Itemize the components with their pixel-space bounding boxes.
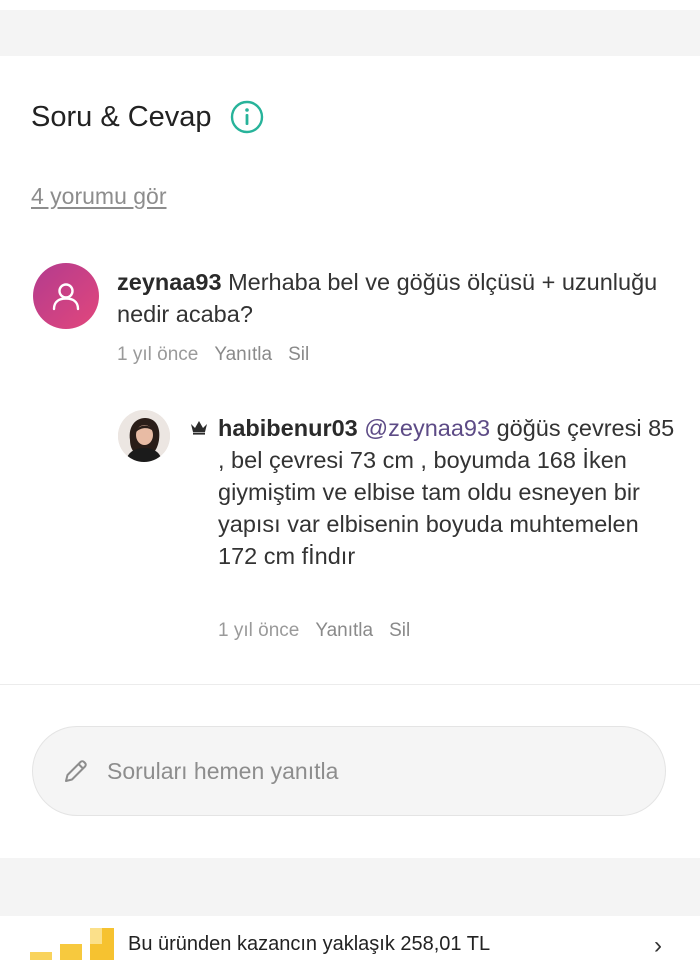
delete-button[interactable]: Sil xyxy=(288,344,309,366)
comment-body: habibenur03 @zeynaa93 göğüs çevresi 85 ,… xyxy=(218,412,678,572)
section-spacer xyxy=(0,858,700,916)
comment-time: 1 yıl önce xyxy=(117,344,199,365)
profile-photo xyxy=(118,410,170,462)
reply-button[interactable]: Yanıtla xyxy=(214,344,272,366)
pencil-icon xyxy=(65,760,87,782)
mention-link[interactable]: @zeynaa93 xyxy=(364,415,490,441)
delete-button[interactable]: Sil xyxy=(389,620,410,642)
comment-username[interactable]: habibenur03 xyxy=(218,415,358,441)
chevron-right-icon: › xyxy=(654,932,662,959)
earnings-text: Bu üründen kazancın yaklaşık 258,01 TL xyxy=(128,933,491,955)
answer-input[interactable]: Soruları hemen yanıtla xyxy=(32,726,666,816)
comment-body: zeynaa93 Merhaba bel ve göğüs ölçüsü + u… xyxy=(117,266,677,330)
reply-button[interactable]: Yanıtla xyxy=(315,620,373,642)
comment-meta: 1 yıl önce Yanıtla Sil xyxy=(218,620,410,642)
answer-input-placeholder: Soruları hemen yanıtla xyxy=(107,757,339,784)
comment-time: 1 yıl önce xyxy=(218,620,300,641)
bar-chart-icon xyxy=(30,928,114,960)
divider xyxy=(0,684,700,685)
see-all-comments-link[interactable]: 4 yorumu gör xyxy=(31,183,167,210)
user-icon xyxy=(52,283,80,311)
comment-username[interactable]: zeynaa93 xyxy=(117,269,222,295)
section-title: Soru & Cevap xyxy=(31,100,212,133)
top-spacer xyxy=(0,0,700,56)
avatar[interactable] xyxy=(118,410,170,462)
comment-meta: 1 yıl önce Yanıtla Sil xyxy=(117,344,309,366)
info-icon[interactable] xyxy=(230,100,264,134)
avatar[interactable] xyxy=(33,263,99,329)
crown-icon xyxy=(191,421,207,435)
section-header: Soru & Cevap xyxy=(31,100,264,134)
